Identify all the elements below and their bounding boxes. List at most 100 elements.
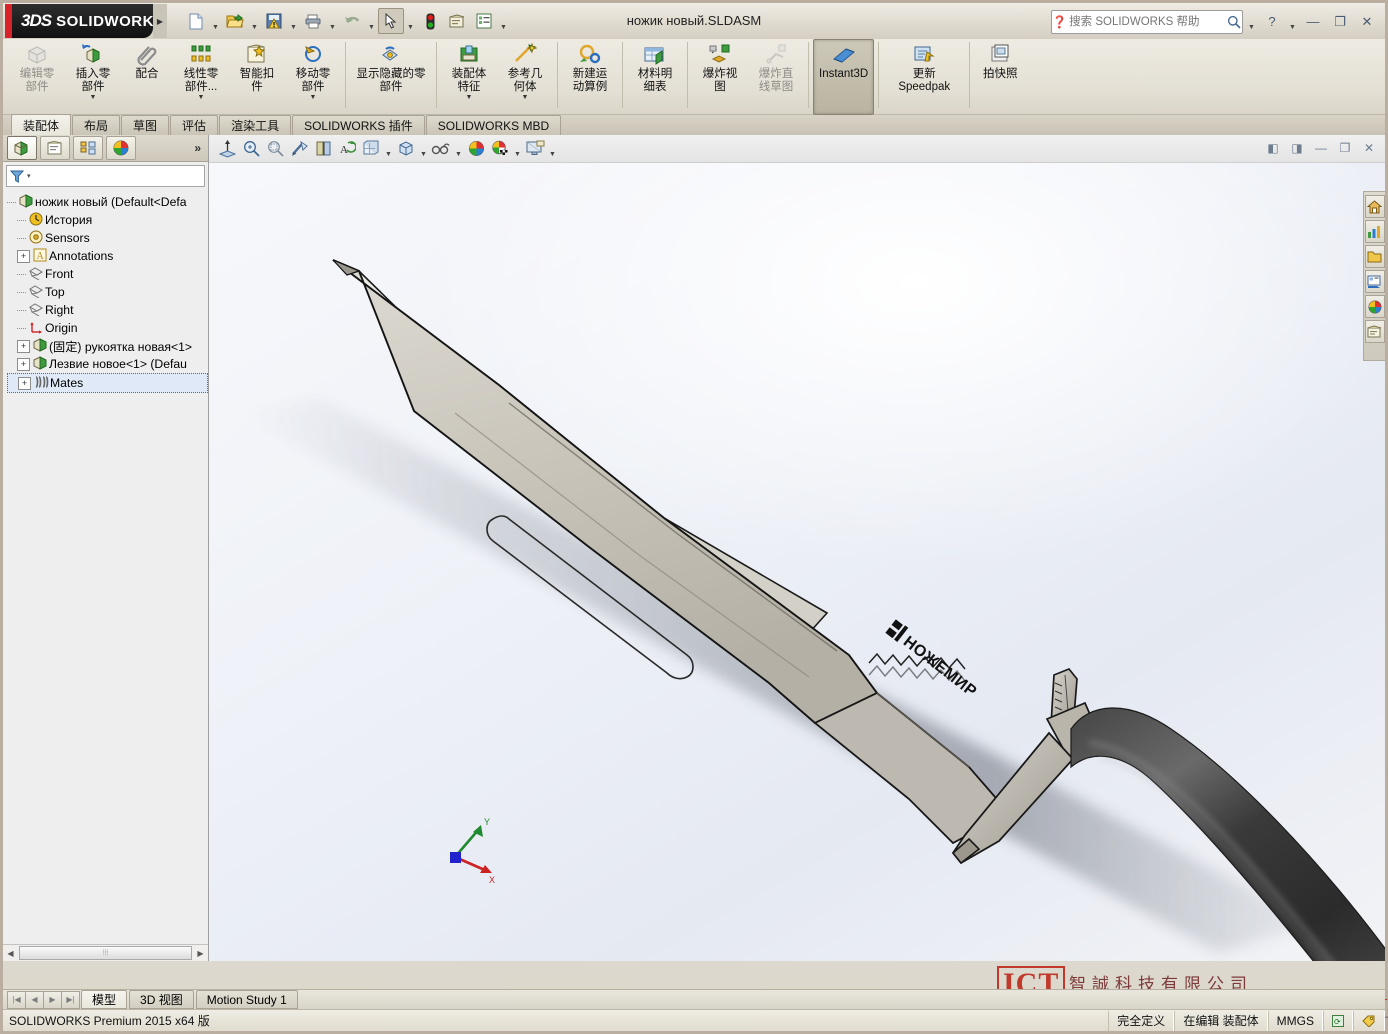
ribbon-button-assembly-feature-icon[interactable]: 装配体特征 ▼: [441, 39, 497, 115]
tree-node-0[interactable]: ножик новый (Default<Defa: [7, 193, 208, 211]
tree-node-9[interactable]: + Лезвие новое<1> (Defau: [7, 355, 208, 373]
restore-view-button[interactable]: ❐: [1335, 138, 1355, 158]
status-units[interactable]: MMGS: [1267, 1010, 1323, 1031]
tree-node-1[interactable]: История: [7, 211, 208, 229]
hscroll-thumb[interactable]: ⦙⦙⦙: [19, 946, 192, 960]
close-window-button[interactable]: ✕: [1355, 11, 1379, 33]
document-tab-1[interactable]: 3D 视图: [129, 990, 194, 1009]
tree-node-8[interactable]: + (固定) рукоятка новая<1>: [7, 337, 208, 355]
display-manager-tab[interactable]: [106, 136, 136, 160]
display-style-caret[interactable]: ▼: [418, 134, 429, 164]
doc-tab-nav-1[interactable]: ◀: [25, 990, 44, 1009]
model-canvas[interactable]: НОЖЕМИР Y X: [209, 163, 1385, 961]
ribbon-button-dropdown-caret[interactable]: ▼: [466, 94, 473, 101]
feature-manager-overflow[interactable]: »: [194, 141, 201, 155]
sw-resources-button[interactable]: [1364, 220, 1385, 243]
feature-tree-tab[interactable]: [7, 136, 37, 160]
view-orientation-caret[interactable]: ▼: [383, 134, 394, 164]
tree-node-7[interactable]: Origin: [7, 319, 208, 337]
help-caret[interactable]: ▼: [1287, 7, 1298, 36]
search-magnifier-icon[interactable]: [1225, 15, 1242, 29]
help-search-input[interactable]: [1067, 14, 1226, 29]
view-orientation-button[interactable]: [359, 137, 383, 161]
ribbon-button-instant3d-icon[interactable]: Instant3D: [813, 39, 875, 115]
open-file-caret[interactable]: ▼: [249, 7, 260, 36]
document-tab-2[interactable]: Motion Study 1: [195, 990, 298, 1009]
command-tab-2[interactable]: 草图: [121, 115, 170, 135]
apply-scene-button[interactable]: [488, 137, 512, 161]
section-view-button[interactable]: [311, 137, 335, 161]
rebuild-button[interactable]: [417, 8, 443, 34]
zoom-to-area-button[interactable]: [263, 137, 287, 161]
hscroll-left-arrow[interactable]: ◀: [3, 949, 18, 958]
ribbon-button-dropdown-caret[interactable]: ▼: [522, 94, 529, 101]
status-sync-icon[interactable]: ⟳: [1323, 1010, 1353, 1031]
ribbon-button-bill-of-materials-icon[interactable]: 材料明细表: [627, 39, 683, 115]
tree-node-4[interactable]: Front: [7, 265, 208, 283]
tree-expand-icon[interactable]: +: [18, 376, 31, 390]
ribbon-button-update-speedpak-icon[interactable]: 更新 Speedpak: [883, 39, 965, 115]
view-settings-button[interactable]: [523, 137, 547, 161]
tile-right-button[interactable]: ◨: [1287, 138, 1307, 158]
ribbon-button-linear-pattern-icon[interactable]: 线性零部件... ▼: [173, 39, 229, 115]
file-properties-button[interactable]: [471, 8, 497, 34]
help-search-caret[interactable]: ▼: [1246, 7, 1257, 36]
ribbon-button-new-motion-study-icon[interactable]: 新建运动算例: [562, 39, 618, 115]
hide-show-items-button[interactable]: [429, 137, 453, 161]
minimize-window-button[interactable]: —: [1301, 11, 1325, 33]
print-button[interactable]: [300, 8, 326, 34]
undo-caret[interactable]: ▼: [366, 7, 377, 36]
ribbon-button-smart-fastener-icon[interactable]: 智能扣件: [229, 39, 285, 115]
file-properties-caret[interactable]: ▼: [498, 7, 509, 36]
tree-node-10[interactable]: + Mates: [7, 373, 208, 393]
new-file-caret[interactable]: ▼: [210, 7, 221, 36]
document-tab-0[interactable]: 模型: [81, 990, 128, 1009]
doc-tab-nav-3[interactable]: ▶|: [61, 990, 80, 1009]
ribbon-button-mate-paperclip-icon[interactable]: 配合: [121, 39, 173, 115]
print-caret[interactable]: ▼: [327, 7, 338, 36]
tile-left-button[interactable]: ◧: [1263, 138, 1283, 158]
tree-expand-icon[interactable]: +: [17, 357, 30, 371]
apply-scene-caret[interactable]: ▼: [512, 134, 523, 164]
menu-expand-caret[interactable]: ▶: [153, 4, 167, 38]
normal-to-button[interactable]: [215, 137, 239, 161]
doc-tab-nav-2[interactable]: ▶: [43, 990, 62, 1009]
appearances-scenes-button[interactable]: [1364, 295, 1385, 318]
command-tab-5[interactable]: SOLIDWORKS 插件: [292, 115, 425, 135]
ribbon-button-dropdown-caret[interactable]: ▼: [90, 94, 97, 101]
tree-node-5[interactable]: Top: [7, 283, 208, 301]
ribbon-button-take-snapshot-icon[interactable]: 拍快照: [974, 39, 1026, 115]
view-home-button[interactable]: [1364, 195, 1385, 218]
restore-window-button[interactable]: ❐: [1328, 11, 1352, 33]
tree-expand-icon[interactable]: +: [17, 249, 30, 263]
view-orientation-text-button[interactable]: A: [335, 137, 359, 161]
doc-tab-nav-0[interactable]: |◀: [7, 990, 26, 1009]
tree-node-2[interactable]: Sensors: [7, 229, 208, 247]
command-tab-0[interactable]: 装配体: [11, 114, 72, 135]
feature-tree-hscrollbar[interactable]: ◀ ⦙⦙⦙ ▶: [3, 944, 208, 961]
ribbon-button-reference-geometry-icon[interactable]: 参考几何体 ▼: [497, 39, 553, 115]
ribbon-button-dropdown-caret[interactable]: ▼: [198, 94, 205, 101]
custom-properties-button[interactable]: [1364, 320, 1385, 343]
command-tab-1[interactable]: 布局: [72, 115, 121, 135]
solidworks-logo[interactable]: 3DS SOLIDWORKS: [5, 4, 153, 38]
tree-node-6[interactable]: Right: [7, 301, 208, 319]
status-tag-icon[interactable]: [1353, 1010, 1385, 1031]
command-tab-4[interactable]: 渲染工具: [219, 115, 292, 135]
options-button[interactable]: [444, 8, 470, 34]
undo-button[interactable]: [339, 8, 365, 34]
hide-show-items-caret[interactable]: ▼: [453, 134, 464, 164]
ribbon-button-move-component-icon[interactable]: 移动零部件 ▼: [285, 39, 341, 115]
property-manager-tab[interactable]: [40, 136, 70, 160]
previous-view-button[interactable]: [287, 137, 311, 161]
file-explorer-button[interactable]: [1364, 270, 1385, 293]
select-tool-caret[interactable]: ▼: [405, 7, 416, 36]
zoom-to-fit-button[interactable]: [239, 137, 263, 161]
new-file-button[interactable]: [183, 8, 209, 34]
configuration-manager-tab[interactable]: [73, 136, 103, 160]
display-style-button[interactable]: [394, 137, 418, 161]
filter-caret-icon[interactable]: ▾: [27, 172, 31, 180]
view-settings-caret[interactable]: ▼: [547, 134, 558, 164]
hscroll-right-arrow[interactable]: ▶: [193, 949, 208, 958]
save-caret[interactable]: ▼: [288, 7, 299, 36]
